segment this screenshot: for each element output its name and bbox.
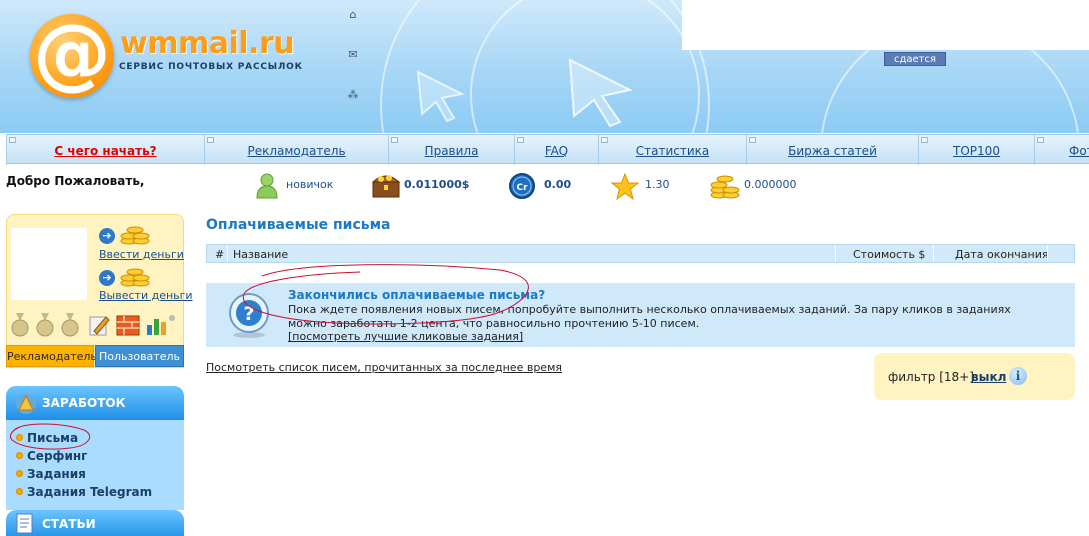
- annotation-circle: [242, 264, 529, 325]
- annotation-circle: [9, 423, 91, 450]
- annotation-layer: [9, 264, 529, 450]
